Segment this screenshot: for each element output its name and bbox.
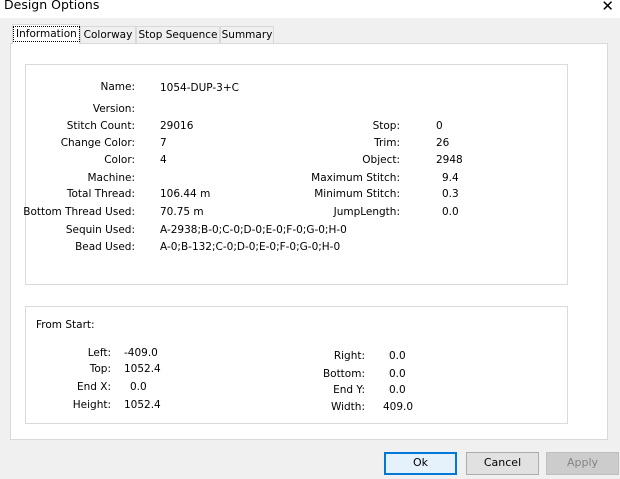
left-value: -409.0 xyxy=(124,347,158,359)
title-bar: Design Options ✕ xyxy=(0,0,620,18)
end-y-label: End Y: xyxy=(333,384,365,396)
right-value: 0.0 xyxy=(389,350,406,362)
stop-label: Stop: xyxy=(372,120,400,132)
maximum-stitch-label: Maximum Stitch: xyxy=(311,172,400,184)
jump-length-value: 0.0 xyxy=(442,206,459,218)
minimum-stitch-label: Minimum Stitch: xyxy=(314,188,400,200)
minimum-stitch-value: 0.3 xyxy=(442,188,459,200)
bottom-label: Bottom: xyxy=(322,368,365,380)
design-info-group: Name: 1054-DUP-3+C Version: Stitch Count… xyxy=(23,64,568,285)
sequin-used-label: Sequin Used: xyxy=(65,224,135,236)
close-icon[interactable]: ✕ xyxy=(601,0,614,16)
jump-length-label: JumpLength: xyxy=(333,206,400,218)
trim-label: Trim: xyxy=(374,137,400,149)
from-start-heading: From Start: xyxy=(36,319,95,331)
tab-colorway[interactable]: Colorway xyxy=(80,26,136,44)
change-color-value: 7 xyxy=(160,137,167,149)
total-thread-label: Total Thread: xyxy=(66,188,135,200)
tab-summary[interactable]: Summary xyxy=(220,26,274,44)
total-thread-value: 106.44 m xyxy=(160,188,211,200)
object-value: 2948 xyxy=(436,154,463,166)
apply-button[interactable]: Apply xyxy=(546,452,619,475)
color-value: 4 xyxy=(160,154,167,166)
ok-button[interactable]: Ok xyxy=(384,452,457,475)
end-x-label: End X: xyxy=(76,381,111,393)
bottom-thread-value: 70.75 m xyxy=(160,206,204,218)
bottom-thread-label: Bottom Thread Used: xyxy=(23,206,135,218)
tab-label: Information xyxy=(13,26,80,42)
maximum-stitch-value: 9.4 xyxy=(442,172,459,184)
tab-stop-sequence[interactable]: Stop Sequence xyxy=(136,26,220,44)
width-label: Width: xyxy=(330,401,365,413)
window-title: Design Options xyxy=(4,0,100,12)
end-x-value: 0.0 xyxy=(130,381,147,393)
change-color-label: Change Color: xyxy=(60,137,135,149)
stop-value: 0 xyxy=(436,120,443,132)
name-label: Name: xyxy=(100,81,135,93)
object-label: Object: xyxy=(362,154,400,166)
information-panel: Name: 1054-DUP-3+C Version: Stitch Count… xyxy=(10,43,608,440)
bottom-value: 0.0 xyxy=(389,368,406,380)
trim-value: 26 xyxy=(436,137,450,149)
height-label: Height: xyxy=(72,399,111,411)
stitch-count-value: 29016 xyxy=(160,120,194,132)
top-value: 1052.4 xyxy=(124,363,161,375)
version-label: Version: xyxy=(92,103,135,115)
right-label: Right: xyxy=(333,350,365,362)
machine-label: Machine: xyxy=(87,172,136,184)
end-y-value: 0.0 xyxy=(389,384,406,396)
width-value: 409.0 xyxy=(383,401,414,413)
bead-used-value: A-0;B-132;C-0;D-0;E-0;F-0;G-0;H-0 xyxy=(160,241,341,253)
sequin-used-value: A-2938;B-0;C-0;D-0;E-0;F-0;G-0;H-0 xyxy=(160,224,347,236)
height-value: 1052.4 xyxy=(124,399,161,411)
color-label: Color: xyxy=(104,154,135,166)
cancel-button[interactable]: Cancel xyxy=(466,452,539,475)
left-label: Left: xyxy=(87,347,111,359)
bead-used-label: Bead Used: xyxy=(75,241,135,253)
top-label: Top: xyxy=(89,363,111,375)
name-value: 1054-DUP-3+C xyxy=(160,82,239,94)
stitch-count-label: Stitch Count: xyxy=(66,120,135,132)
from-start-group: From Start: Left: -409.0 Top: 1052.4 End… xyxy=(25,306,568,424)
tab-information[interactable]: Information xyxy=(12,24,80,44)
